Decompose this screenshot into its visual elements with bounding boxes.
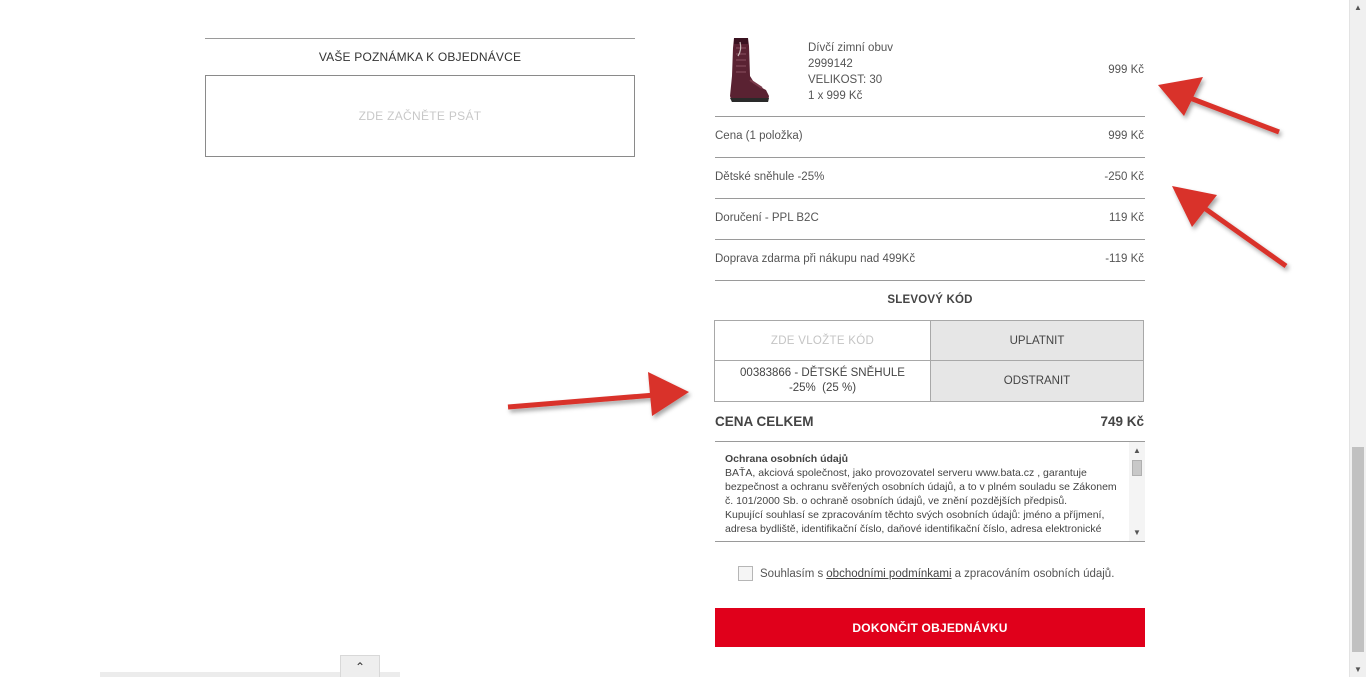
product-size: VELIKOST: 30 [808, 74, 883, 86]
summary-row-value: 999 Kč [1108, 130, 1144, 142]
winter-boot-icon [730, 38, 769, 102]
summary-row-value: -119 Kč [1105, 253, 1144, 265]
page-scrollbar[interactable]: ▲ ▼ [1349, 0, 1366, 677]
product-quantity: 1 x 999 Kč [808, 90, 863, 102]
scrollbar-thumb[interactable] [1132, 460, 1142, 476]
product-info: Dívčí zimní obuv 2999142 VELIKOST: 30 1 … [808, 40, 893, 104]
product-name: Dívčí zimní obuv [808, 42, 893, 54]
summary-row-label: Doručení - PPL B2C [715, 212, 819, 224]
agree-suffix: a zpracováním osobních údajů. [954, 567, 1115, 580]
coupon-grid: ZDE VLOŽTE KÓD UPLATNIT 00383866 - DĚTSK… [714, 320, 1144, 402]
chevron-up-icon: ⌃ [354, 659, 366, 674]
note-divider [205, 38, 635, 39]
summary-row-label: Cena (1 položka) [715, 130, 803, 142]
privacy-scrollbar[interactable]: ▲ ▼ [1129, 442, 1145, 541]
total-value: 749 Kč [1100, 414, 1144, 429]
order-note-title: VAŠE POZNÁMKA K OBJEDNÁVCE [318, 50, 522, 64]
summary-row-label: Doprava zdarma při nákupu nad 499Kč [715, 253, 916, 265]
arrow-annotation-price [1158, 77, 1280, 135]
arrow-annotation-coupon [507, 372, 689, 416]
coupon-code-input[interactable]: ZDE VLOŽTE KÓD [715, 321, 931, 361]
expand-panel-button[interactable]: ⌃ [340, 655, 380, 677]
privacy-box[interactable]: Ochrana osobních údajů BAŤA, akciová spo… [715, 441, 1145, 542]
arrow-annotation-discount [1172, 186, 1288, 269]
row-divider [715, 239, 1145, 240]
privacy-paragraph: BAŤA, akciová společnost, jako provozova… [725, 467, 1117, 507]
terms-agreement: Souhlasím s obchodními podmínkami a zpra… [738, 566, 1114, 581]
row-divider [715, 157, 1145, 158]
complete-order-button[interactable]: DOKONČIT OBJEDNÁVKU [715, 608, 1145, 647]
page-scrollbar-thumb[interactable] [1352, 447, 1364, 652]
total-label: CENA CELKEM [715, 414, 814, 429]
summary-row-label: Dětské sněhule -25% [715, 171, 825, 183]
applied-coupon-name: 00383866 - DĚTSKÉ SNĚHULE [740, 367, 905, 379]
applied-coupon-discount: -25% (25 %) [788, 382, 857, 394]
apply-coupon-button[interactable]: UPLATNIT [931, 321, 1143, 361]
coupon-title: SLEVOVÝ KÓD [887, 294, 973, 306]
product-image[interactable] [722, 36, 772, 104]
row-divider [715, 280, 1145, 281]
summary-row-value: 119 Kč [1109, 212, 1144, 224]
row-divider [715, 198, 1145, 199]
summary-row-value: -250 Kč [1104, 171, 1144, 183]
privacy-paragraph: Kupující souhlasí se zpracováním těchto … [725, 509, 1105, 535]
scroll-down-icon[interactable]: ▼ [1129, 528, 1145, 537]
agree-prefix: Souhlasím s [760, 567, 824, 580]
terms-checkbox[interactable] [738, 566, 753, 581]
applied-coupon: 00383866 - DĚTSKÉ SNĚHULE -25% (25 %) [715, 361, 931, 401]
privacy-heading: Ochrana osobních údajů [725, 453, 849, 465]
product-price: 999 Kč [1108, 64, 1144, 76]
scroll-up-icon[interactable]: ▲ [1129, 446, 1145, 455]
row-divider [715, 116, 1145, 117]
remove-coupon-button[interactable]: ODSTRANIT [931, 361, 1143, 401]
scroll-down-icon[interactable]: ▼ [1350, 665, 1366, 674]
scroll-up-icon[interactable]: ▲ [1350, 3, 1366, 12]
order-note-textarea[interactable]: ZDE ZAČNĚTE PSÁT [205, 75, 635, 157]
product-code: 2999142 [808, 58, 853, 70]
terms-link[interactable]: obchodními podmínkami [826, 568, 951, 580]
